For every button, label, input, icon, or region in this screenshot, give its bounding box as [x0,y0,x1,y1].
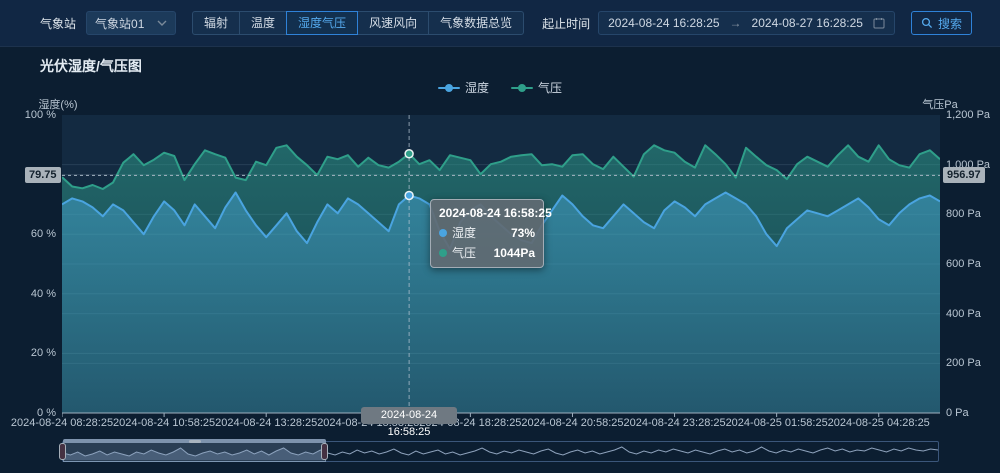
date-range-picker[interactable]: 2024-08-24 16:28:25 → 2024-08-27 16:28:2… [598,11,895,35]
sensor-tab-group: 辐射 温度 湿度气压 风速风向 气象数据总览 [192,11,524,35]
legend-item-humidity[interactable]: 湿度 [438,79,489,96]
left-tick: 60 % [10,227,56,241]
datazoom-left-handle[interactable] [59,443,66,460]
tooltip-pressure-label: 气压 [452,244,494,261]
tooltip-humidity-value: 73% [511,226,535,240]
right-tick: 600 Pa [946,257,1000,271]
left-tick: 100 % [10,108,56,122]
tooltip-row-humidity: 湿度 73% [439,224,535,241]
tooltip-pressure-value: 1044Pa [494,246,535,260]
legend-item-pressure[interactable]: 气压 [511,79,562,96]
right-tick: 800 Pa [946,207,1000,221]
right-tick: 200 Pa [946,356,1000,370]
station-select[interactable]: 气象站01 [86,11,176,35]
topbar: 气象站 气象站01 辐射 温度 湿度气压 风速风向 气象数据总览 起止时间 20… [0,0,1000,47]
tab-temperature[interactable]: 温度 [239,11,287,35]
legend-label-humidity: 湿度 [465,79,489,96]
date-range-label: 起止时间 [542,15,590,32]
tooltip-humidity-label: 湿度 [452,224,511,241]
calendar-icon[interactable] [873,17,885,29]
pressure-legend-icon [511,84,533,92]
chevron-down-icon [157,20,167,26]
tab-wind[interactable]: 风速风向 [357,11,429,35]
humidity-legend-icon [438,84,460,92]
station-select-value: 气象站01 [95,15,144,32]
search-button-label: 搜索 [938,15,962,32]
date-end-value[interactable]: 2024-08-27 16:28:25 [752,16,863,30]
axis-pointer-label: 2024-08-24 16:58:25 [361,407,457,424]
pressure-markline-value: 956.97 [943,167,985,183]
tab-radiation[interactable]: 辐射 [192,11,240,35]
tab-overview[interactable]: 气象数据总览 [428,11,524,35]
series-areas [62,145,940,413]
chart-tooltip: 2024-08-24 16:58:25 湿度 73% 气压 1044Pa [430,199,544,268]
pressure-dot-icon [439,249,447,257]
right-tick: 400 Pa [946,307,1000,321]
chart-legend: 湿度 气压 [0,79,1000,96]
tooltip-row-pressure: 气压 1044Pa [439,244,535,261]
tooltip-title: 2024-08-24 16:58:25 [439,206,535,220]
search-button[interactable]: 搜索 [911,11,972,35]
humidity-markline-value: 79.75 [25,167,61,183]
axis-decor [62,413,940,417]
left-tick: 40 % [10,287,56,301]
station-label: 气象站 [40,15,76,32]
tab-humidity-pressure[interactable]: 湿度气压 [286,11,358,35]
datazoom-window[interactable] [63,441,326,462]
page-title: 光伏湿度/气压图 [40,56,142,76]
right-tick: 1,200 Pa [946,108,1000,122]
left-tick: 20 % [10,346,56,360]
date-start-value[interactable]: 2024-08-24 16:28:25 [608,16,719,30]
datazoom-right-handle[interactable] [321,443,328,460]
legend-label-pressure: 气压 [538,79,562,96]
search-icon [921,17,933,29]
humidity-dot-icon [439,229,447,237]
datazoom-track[interactable] [62,441,939,462]
right-tick: 0 Pa [946,406,1000,420]
datazoom-move-handle[interactable] [189,440,201,443]
range-arrow-icon: → [730,16,742,30]
